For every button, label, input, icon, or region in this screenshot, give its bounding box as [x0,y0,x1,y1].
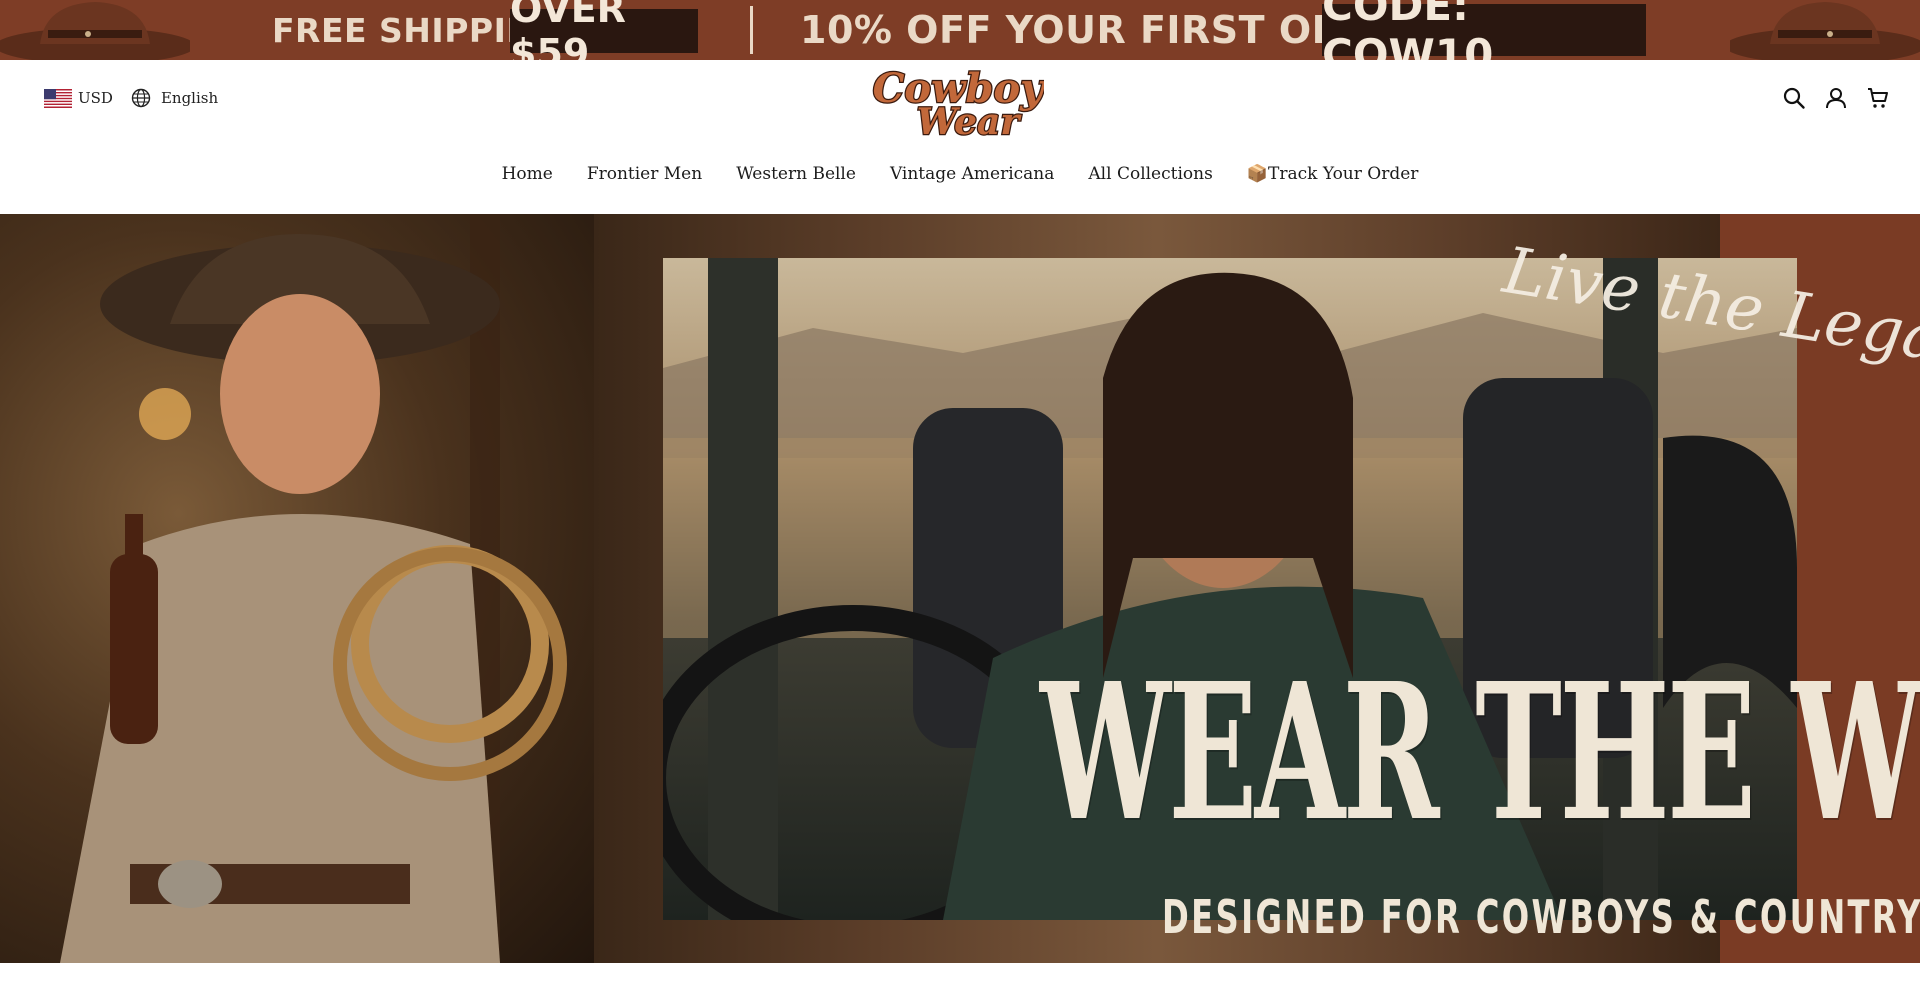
nav-item-track-order[interactable]: 📦Track Your Order [1247,164,1419,184]
promo-divider [750,6,753,54]
globe-icon [131,88,151,108]
account-icon[interactable] [1824,86,1848,110]
locale-selector: USD English [44,88,218,108]
logo-text-wear: Wear [917,101,1023,140]
nav-item-western-belle[interactable]: Western Belle [736,164,856,184]
currency-selector[interactable]: USD [44,88,113,108]
currency-label: USD [78,89,113,107]
discount-code-badge: CODE: COW10 [1322,0,1646,60]
shipping-threshold-badge: OVER $59 [510,0,698,60]
nav-item-all-collections[interactable]: All Collections [1088,164,1212,184]
promo-banner: FREE SHIPPING OVER $59 10% OFF YOUR FIRS… [0,0,1920,60]
language-label: English [160,89,219,107]
nav-item-frontier-men[interactable]: Frontier Men [587,164,702,184]
cowboy-hat-icon [0,2,190,60]
hero-headline: WEAR THE WEST. [1040,642,1920,863]
nav-item-vintage-americana[interactable]: Vintage Americana [890,164,1054,184]
nav-item-home[interactable]: Home [502,164,553,184]
hero-subheadline: DESIGNED FOR COWBOYS & COUNTRY SOULS [1162,890,1920,944]
hero-banner[interactable]: Live the Legacy WEAR THE WEST. DESIGNED … [0,214,1920,963]
cowboy-hat-icon [1730,2,1920,60]
language-selector[interactable]: English [131,88,218,108]
cart-icon[interactable] [1866,86,1890,110]
search-icon[interactable] [1782,86,1806,110]
main-navigation: Home Frontier Men Western Belle Vintage … [0,164,1920,184]
header-actions [1782,86,1890,110]
cowboy-with-rope-image [0,214,594,963]
cowboy-wear-logo[interactable]: Cowboy Wear [872,64,1044,140]
site-header: USD English Cowboy Wear Home Frontier Me… [0,60,1920,214]
us-flag-icon [44,88,72,108]
